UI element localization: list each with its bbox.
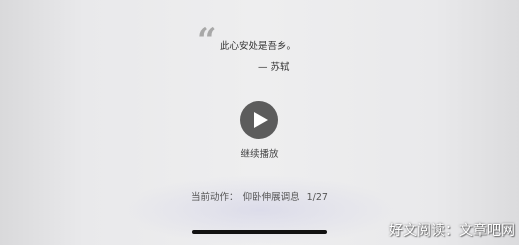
quote-text: 此心安处是吾乡。 (220, 41, 297, 52)
home-indicator[interactable] (192, 230, 327, 234)
quote-mark-icon: “ (197, 21, 217, 61)
current-action-name: 仰卧伸展调息 (242, 192, 300, 203)
current-action-info: 当前动作： 仰卧伸展调息 1/27 (0, 189, 519, 203)
continue-play-label[interactable]: 继续播放 (0, 146, 519, 160)
background-glow (120, 175, 400, 245)
watermark-text: 好文阅读：文章吧网 (389, 223, 515, 239)
play-button[interactable] (240, 101, 278, 139)
action-progress: 1/27 (306, 192, 328, 203)
play-icon (253, 112, 268, 128)
current-action-label: 当前动作： (191, 192, 239, 203)
quote-author: — 苏轼 (258, 62, 290, 73)
